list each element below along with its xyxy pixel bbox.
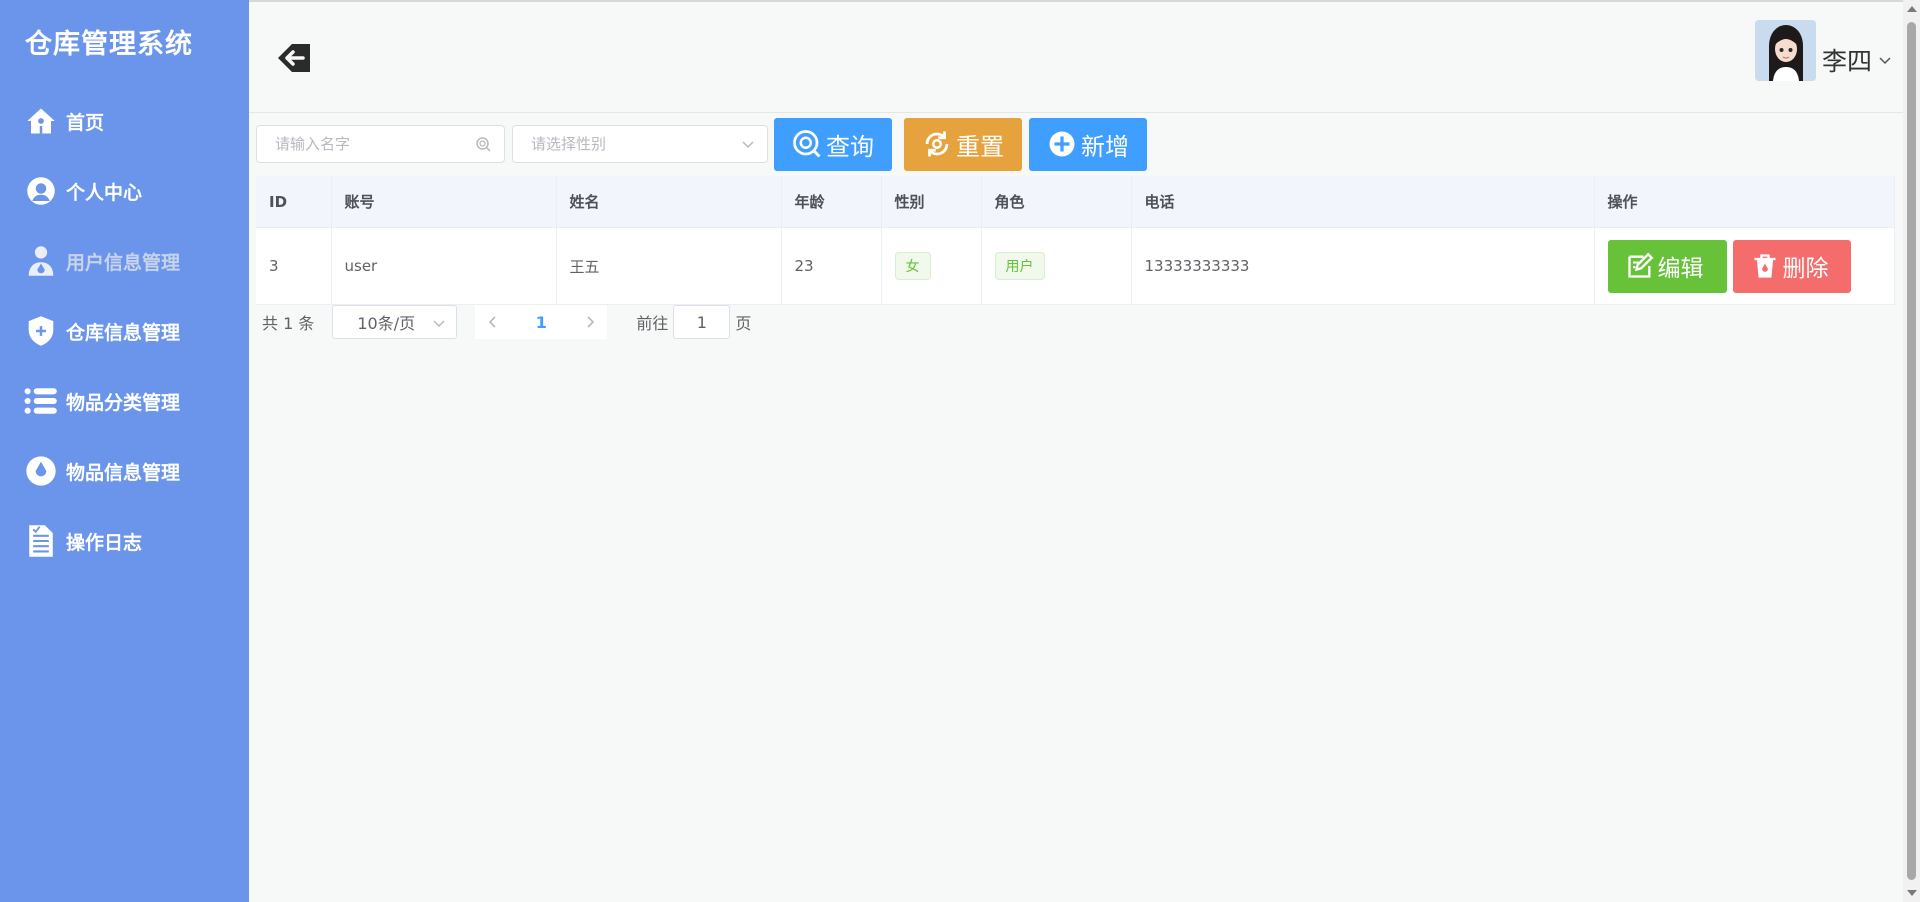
chevron-down-icon: [432, 315, 446, 334]
sidebar: 仓库管理系统 首页 个人中心 用户信息管理 仓库信息管理 物品分类管理 物品信息…: [0, 0, 249, 902]
refresh-icon: [922, 129, 952, 159]
document-icon: [24, 524, 58, 558]
prev-page-icon[interactable]: [475, 305, 510, 339]
app-title: 仓库管理系统: [25, 29, 193, 60]
pagination-total: 共 1 条: [262, 314, 315, 333]
edit-button[interactable]: 编辑: [1607, 239, 1727, 293]
sidebar-menu: 首页 个人中心 用户信息管理 仓库信息管理 物品分类管理 物品信息管理 操作日志: [0, 86, 249, 576]
column-header-name[interactable]: 姓名: [556, 176, 782, 228]
top-header: 李四: [249, 0, 1920, 113]
table-header-row: ID 账号 姓名 年龄 性别 角色 电话 操作: [256, 176, 1895, 228]
cell-phone: 13333333333: [1131, 227, 1595, 305]
user-circle-icon: [24, 174, 58, 208]
chevron-down-icon: [741, 136, 755, 155]
sidebar-item-user-management[interactable]: 用户信息管理: [0, 226, 249, 296]
reset-button[interactable]: 重置: [904, 117, 1022, 171]
sidebar-item-warehouse[interactable]: 仓库信息管理: [0, 296, 249, 366]
sidebar-item-category[interactable]: 物品分类管理: [0, 366, 249, 436]
user-table: ID 账号 姓名 年龄 性别 角色 电话 操作 3 user 王五 23 女 用…: [256, 176, 1895, 305]
shield-icon: [24, 314, 58, 348]
cell-name: 王五: [556, 227, 782, 305]
column-header-phone[interactable]: 电话: [1131, 176, 1595, 228]
user-name: 李四: [1821, 46, 1872, 76]
pagination-nav: 1: [475, 305, 608, 339]
scroll-up-arrow-icon[interactable]: [1907, 6, 1917, 12]
role-tag: 用户: [994, 252, 1045, 280]
scrollbar-thumb[interactable]: [1907, 22, 1916, 880]
cell-gender: 女: [881, 227, 982, 305]
cell-id: 3: [256, 227, 332, 305]
chevron-down-icon: [1878, 51, 1892, 70]
cell-age: 23: [781, 227, 882, 305]
gender-tag: 女: [894, 252, 931, 280]
avatar: [1754, 20, 1816, 81]
sidebar-item-label: 物品分类管理: [66, 391, 181, 414]
pagination: 共 1 条 10条/页 1 前往 页: [262, 304, 751, 340]
query-button[interactable]: 查询: [774, 117, 892, 171]
drop-icon: [24, 454, 58, 488]
trash-icon: [1751, 252, 1779, 280]
gender-select-input[interactable]: [513, 125, 767, 163]
search-icon: [792, 129, 822, 159]
delete-button[interactable]: 删除: [1732, 239, 1851, 293]
vertical-scrollbar[interactable]: [1903, 0, 1920, 902]
cell-account: user: [331, 227, 557, 305]
next-page-icon[interactable]: [572, 305, 607, 339]
sidebar-item-goods[interactable]: 物品信息管理: [0, 436, 249, 506]
table-row: 3 user 王五 23 女 用户 13333333333 编辑 删除: [256, 227, 1895, 305]
sidebar-item-profile[interactable]: 个人中心: [0, 156, 249, 226]
goto-page-input[interactable]: [673, 305, 731, 339]
user-menu[interactable]: 李四: [1754, 20, 1892, 81]
search-icon: [475, 136, 492, 157]
home-icon: [24, 104, 58, 138]
page-size-value: 10条/页: [357, 314, 416, 333]
sidebar-item-label: 用户信息管理: [66, 251, 181, 274]
sidebar-item-home[interactable]: 首页: [0, 86, 249, 156]
column-header-id[interactable]: ID: [256, 176, 332, 228]
sidebar-item-log[interactable]: 操作日志: [0, 506, 249, 576]
name-search-input[interactable]: [257, 125, 504, 163]
sidebar-item-label: 物品信息管理: [66, 461, 181, 484]
add-circle-icon: [1047, 129, 1077, 159]
search-toolbar: 查询 重置 新增: [256, 117, 1147, 171]
column-header-role[interactable]: 角色: [981, 176, 1132, 228]
page-size-select[interactable]: 10条/页: [332, 305, 458, 339]
column-header-gender[interactable]: 性别: [881, 176, 982, 228]
gender-select[interactable]: [512, 125, 768, 163]
page-number[interactable]: 1: [510, 313, 572, 332]
back-icon[interactable]: [274, 38, 314, 78]
column-header-actions: 操作: [1594, 176, 1895, 228]
sidebar-item-label: 操作日志: [66, 531, 143, 554]
sidebar-item-label: 首页: [66, 111, 105, 134]
sidebar-item-label: 个人中心: [66, 181, 143, 204]
goto-suffix: 页: [735, 314, 752, 333]
sidebar-item-label: 仓库信息管理: [66, 321, 181, 344]
goto-label: 前往: [636, 314, 669, 333]
edit-icon: [1626, 252, 1654, 280]
cell-role: 用户: [981, 227, 1132, 305]
add-button[interactable]: 新增: [1029, 117, 1147, 171]
list-icon: [24, 384, 58, 418]
cell-actions: 编辑 删除: [1594, 227, 1895, 305]
name-search-field: [256, 125, 505, 163]
column-header-account[interactable]: 账号: [331, 176, 557, 228]
column-header-age[interactable]: 年龄: [781, 176, 882, 228]
scroll-down-arrow-icon[interactable]: [1907, 890, 1917, 896]
user-drop-icon: [24, 244, 58, 278]
